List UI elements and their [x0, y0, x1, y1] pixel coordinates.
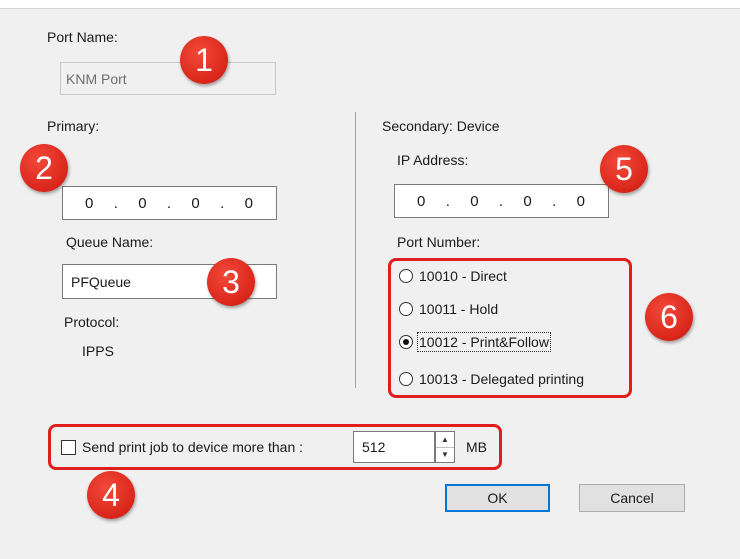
queue-name-label: Queue Name:	[66, 234, 154, 250]
radio-label: 10013 - Delegated printing	[419, 371, 585, 387]
callout-badge-2: 2	[20, 144, 68, 192]
ip-address-label: IP Address:	[397, 152, 469, 168]
secondary-ip-field[interactable]: 0. 0. 0. 0	[394, 184, 609, 218]
window-top-strip	[0, 0, 740, 9]
ip-dot: .	[113, 194, 119, 212]
radio-10012[interactable]: 10012 - Print&Follow	[399, 332, 551, 352]
ip-dot: .	[498, 192, 505, 210]
radio-10013[interactable]: 10013 - Delegated printing	[399, 371, 584, 387]
ip-octet: 0	[470, 192, 480, 210]
port-name-label: Port Name:	[47, 29, 118, 45]
port-number-label: Port Number:	[397, 234, 481, 250]
send-job-size-input[interactable]: 512	[353, 431, 435, 463]
ip-octet: 0	[523, 192, 533, 210]
radio-button[interactable]	[399, 269, 413, 283]
send-job-checkbox[interactable]	[61, 439, 76, 455]
primary-ip-field[interactable]: 0. 0. 0. 0	[62, 186, 277, 220]
send-job-label: Send print job to device more than :	[82, 439, 304, 455]
ip-octet: 0	[191, 194, 201, 212]
group-divider	[355, 112, 356, 388]
port-name-field: KNM Port	[60, 62, 276, 95]
ip-octet: 0	[417, 192, 427, 210]
ok-button-label: OK	[487, 490, 508, 506]
callout-badge-3: 3	[207, 258, 255, 306]
radio-button-selected[interactable]	[399, 335, 413, 349]
radio-label: 10012 - Print&Follow	[417, 332, 551, 352]
callout-badge-1: 1	[180, 36, 228, 84]
send-job-size-value: 512	[362, 439, 386, 455]
protocol-value: IPPS	[82, 343, 114, 359]
callout-badge-4: 4	[87, 471, 135, 519]
ip-dot: .	[445, 192, 451, 210]
callout-badge-5: 5	[600, 145, 648, 193]
radio-label: 10011 - Hold	[419, 301, 499, 317]
ip-octet: 0	[576, 192, 586, 210]
send-job-checkbox-row[interactable]: Send print job to device more than :	[61, 439, 303, 455]
cancel-button[interactable]: Cancel	[579, 484, 685, 512]
spin-down-icon[interactable]: ▼	[436, 446, 454, 463]
radio-button[interactable]	[399, 302, 413, 316]
ip-octet: 0	[244, 194, 254, 212]
secondary-label: Secondary: Device	[382, 118, 500, 134]
radio-button[interactable]	[399, 372, 413, 386]
ok-button[interactable]: OK	[445, 484, 550, 512]
protocol-label: Protocol:	[64, 314, 120, 330]
radio-label: 10010 - Direct	[419, 268, 507, 284]
ip-octet: 0	[85, 194, 95, 212]
spin-up-icon[interactable]: ▲	[436, 432, 454, 447]
radio-10011[interactable]: 10011 - Hold	[399, 301, 498, 317]
primary-label: Primary:	[47, 118, 100, 134]
send-job-size-stepper[interactable]: ▲ ▼	[435, 431, 455, 463]
ip-octet: 0	[138, 194, 148, 212]
ip-dot: .	[220, 194, 226, 212]
ip-dot: .	[166, 194, 173, 212]
callout-badge-6: 6	[645, 293, 693, 341]
radio-10010[interactable]: 10010 - Direct	[399, 268, 507, 284]
queue-name-value: PFQueue	[71, 273, 131, 290]
send-job-unit: MB	[466, 439, 487, 455]
port-name-value: KNM Port	[66, 70, 127, 87]
ip-dot: .	[552, 192, 558, 210]
cancel-button-label: Cancel	[610, 490, 654, 506]
